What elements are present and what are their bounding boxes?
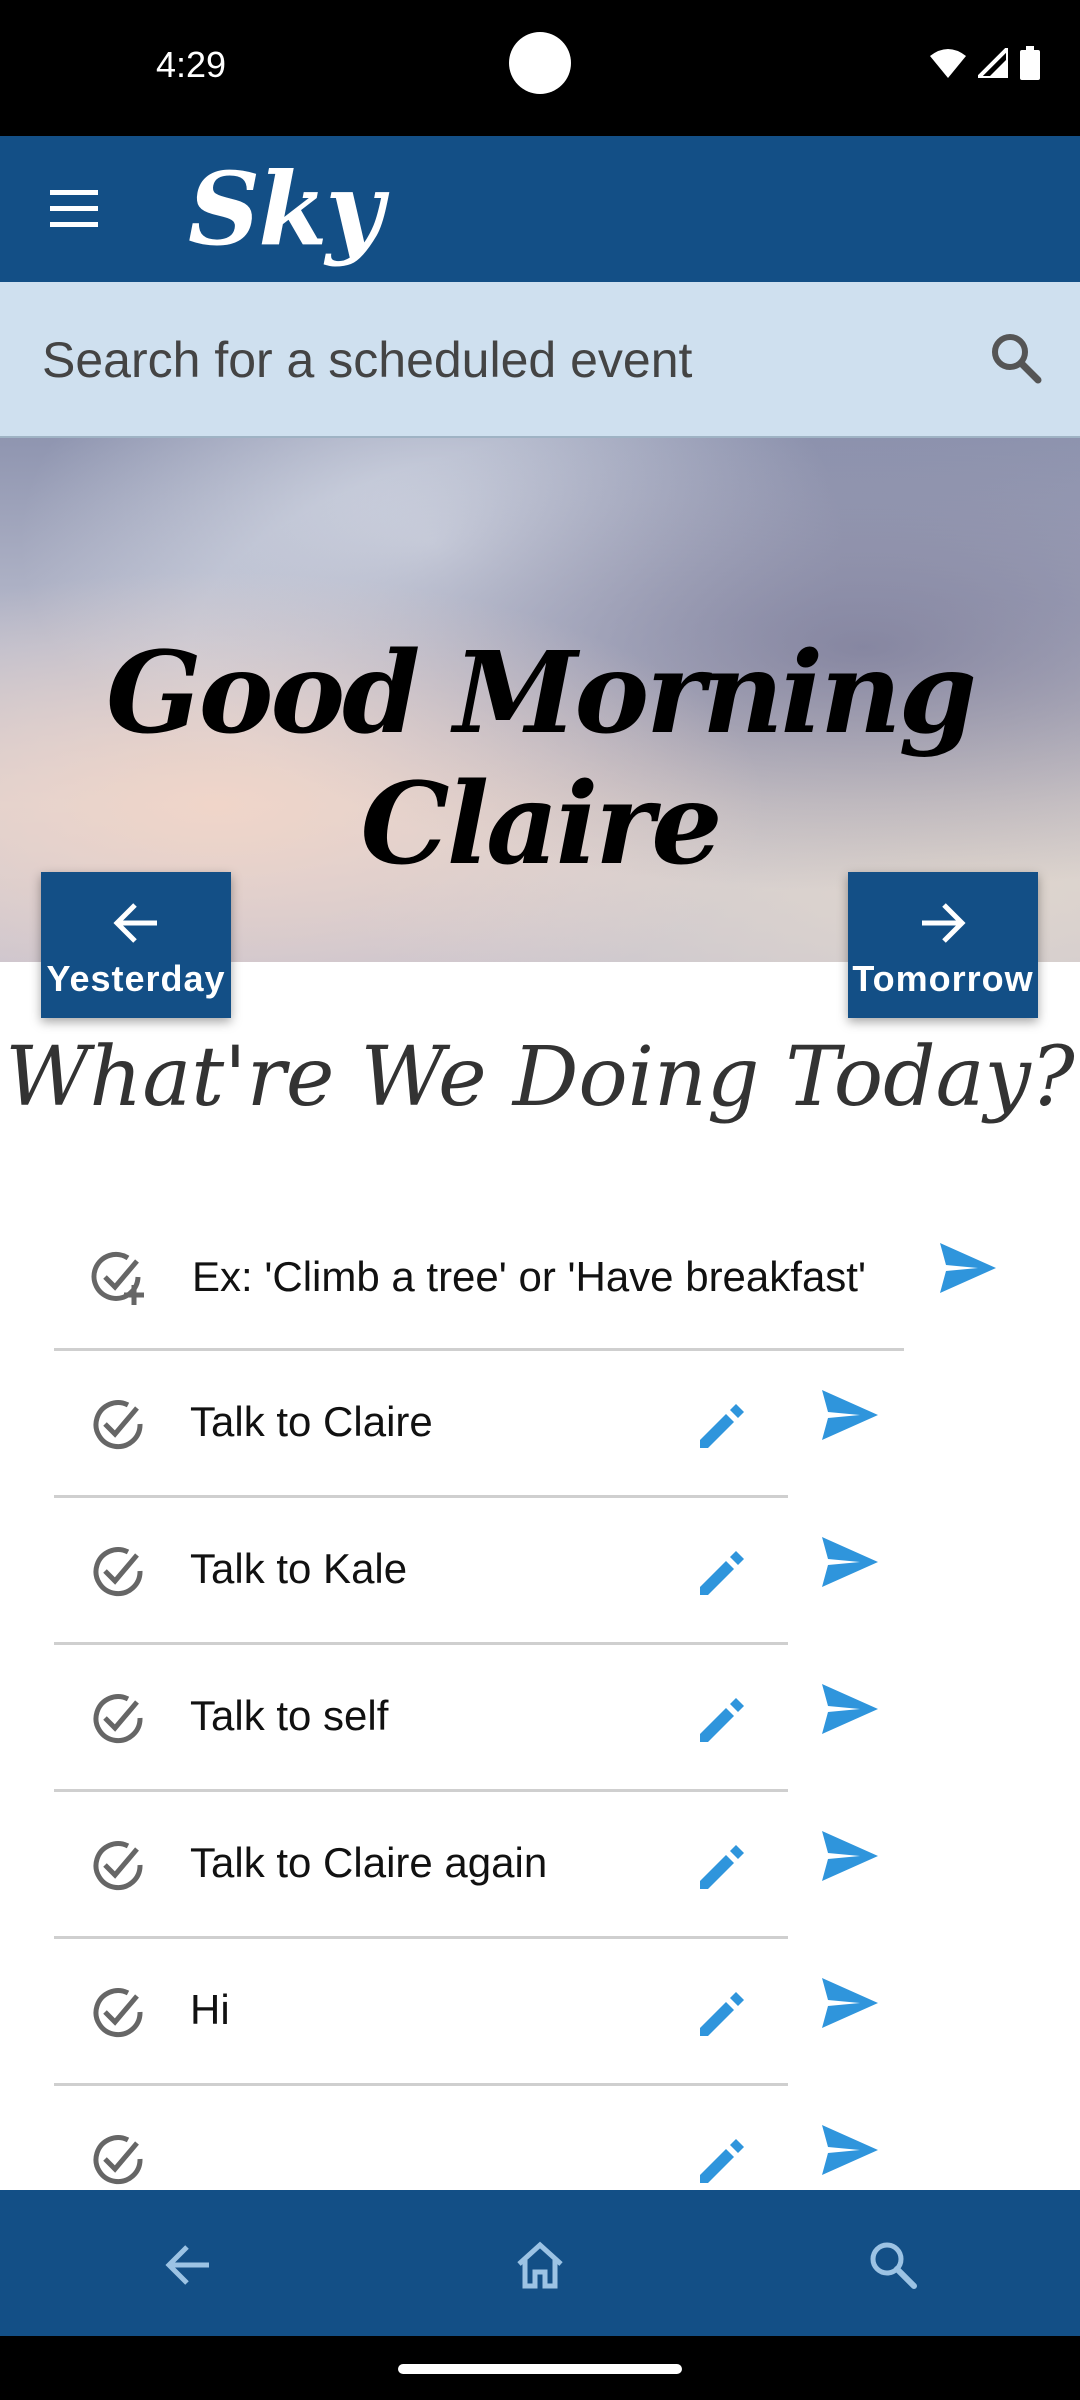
edit-pencil-icon[interactable] — [694, 1841, 746, 1893]
search-icon[interactable] — [988, 330, 1044, 386]
yesterday-button[interactable]: Yesterday — [41, 872, 231, 1018]
check-circle-icon[interactable] — [88, 1688, 148, 1748]
gesture-handle[interactable] — [398, 2364, 682, 2374]
check-circle-icon[interactable] — [88, 1835, 148, 1895]
list-item: Talk to Kale — [54, 1497, 878, 1643]
camera-cutout — [509, 32, 571, 94]
add-check-icon — [91, 1251, 144, 1305]
send-icon[interactable] — [820, 2123, 880, 2177]
tomorrow-label: Tomorrow — [852, 958, 1034, 999]
item-label: Talk to Claire again — [190, 1839, 548, 1886]
tomorrow-button[interactable]: Tomorrow — [848, 872, 1038, 1018]
cellular-icon — [978, 48, 1008, 78]
status-time: 4:29 — [156, 44, 227, 85]
search-bar — [0, 282, 1080, 438]
app-bar: Sky — [0, 136, 1080, 282]
send-icon[interactable] — [820, 1388, 880, 1442]
new-item-row — [54, 1203, 996, 1349]
home-icon[interactable] — [513, 2238, 567, 2292]
list-item: Talk to Claire — [54, 1350, 878, 1496]
check-circle-icon[interactable] — [88, 1982, 148, 2042]
search-nav-icon[interactable] — [866, 2238, 920, 2292]
send-icon[interactable] — [820, 1535, 880, 1589]
check-circle-icon[interactable] — [88, 1394, 148, 1454]
edit-pencil-icon[interactable] — [694, 1547, 746, 1599]
bottom-navigation — [0, 2190, 1080, 2336]
list-heading: What're We Doing Today? — [5, 1030, 1075, 1125]
edit-pencil-icon[interactable] — [694, 1988, 746, 2040]
item-label: Hi — [190, 1986, 230, 2033]
send-icon[interactable] — [820, 1829, 880, 1883]
gesture-bar — [0, 2336, 1080, 2400]
send-icon[interactable] — [938, 1241, 998, 1295]
send-icon[interactable] — [820, 1682, 880, 1736]
edit-pencil-icon[interactable] — [694, 2135, 746, 2187]
menu-icon[interactable] — [46, 186, 102, 232]
greeting-text: Good Morning Claire — [106, 628, 977, 890]
list-item: Talk to Claire again — [54, 1791, 878, 1937]
list-item: Hi — [54, 1938, 878, 2084]
item-label: Talk to self — [190, 1692, 389, 1739]
send-icon[interactable] — [820, 1976, 880, 2030]
check-circle-icon[interactable] — [88, 2129, 148, 2189]
status-icons — [930, 46, 1040, 80]
back-icon[interactable] — [161, 2238, 215, 2292]
arrow-left-icon — [113, 903, 157, 943]
app-title: Sky — [188, 150, 384, 268]
item-label: Talk to Kale — [190, 1545, 408, 1592]
wifi-icon — [930, 49, 966, 78]
arrow-right-icon — [922, 903, 966, 943]
status-bar: 4:29 — [0, 0, 1080, 136]
battery-icon — [1020, 46, 1040, 80]
new-item-input[interactable] — [190, 1241, 894, 1313]
list-item: Talk to self — [54, 1644, 878, 1790]
edit-pencil-icon[interactable] — [694, 1400, 746, 1452]
item-label: Talk to Claire — [190, 1398, 433, 1445]
check-circle-icon[interactable] — [88, 1541, 148, 1601]
search-input[interactable] — [40, 318, 944, 402]
yesterday-label: Yesterday — [46, 958, 226, 999]
edit-pencil-icon[interactable] — [694, 1694, 746, 1746]
